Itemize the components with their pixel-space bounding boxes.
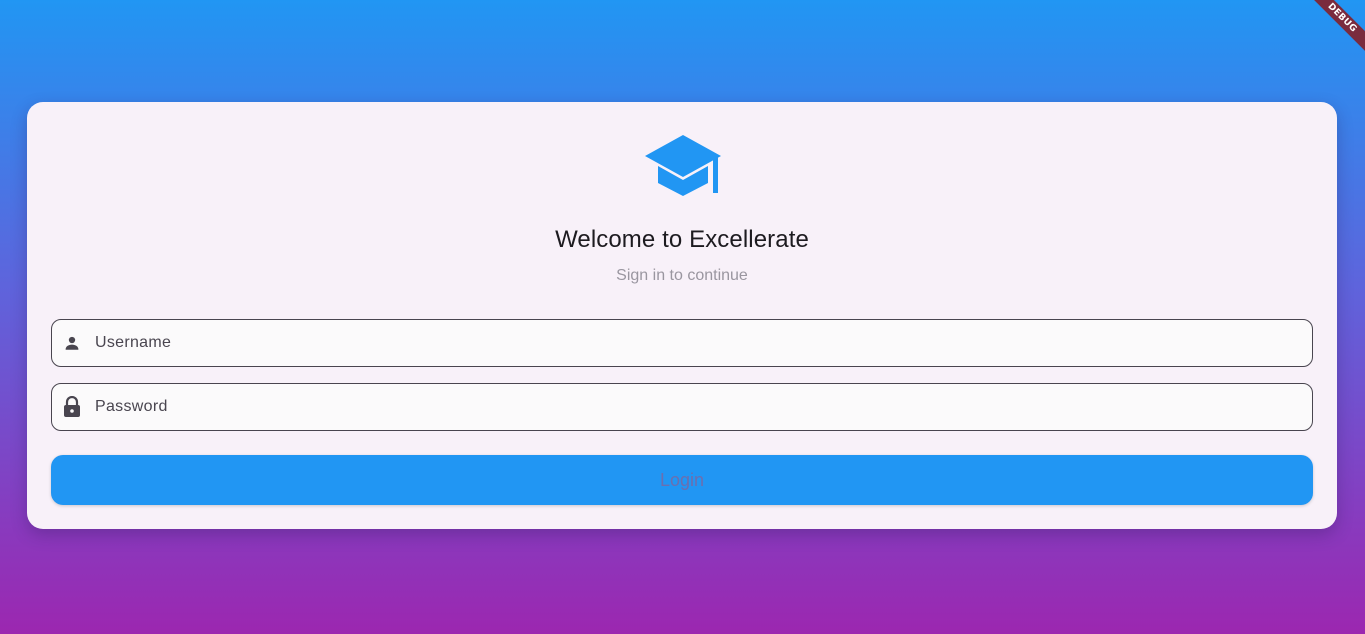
- login-card: Welcome to Excellerate Sign in to contin…: [27, 102, 1337, 529]
- username-input[interactable]: [95, 334, 1275, 352]
- page-title: Welcome to Excellerate: [555, 226, 809, 253]
- password-input[interactable]: [95, 398, 1275, 416]
- lock-icon: [62, 396, 82, 417]
- debug-banner-label: DEBUG: [1305, 0, 1365, 55]
- debug-banner: DEBUG: [1305, 0, 1365, 60]
- person-icon: [62, 333, 82, 353]
- login-button[interactable]: Login: [51, 455, 1313, 505]
- page-subtitle: Sign in to continue: [616, 267, 748, 284]
- username-field[interactable]: [51, 319, 1313, 367]
- graduation-cap-icon: [645, 135, 721, 196]
- password-field[interactable]: [51, 383, 1313, 431]
